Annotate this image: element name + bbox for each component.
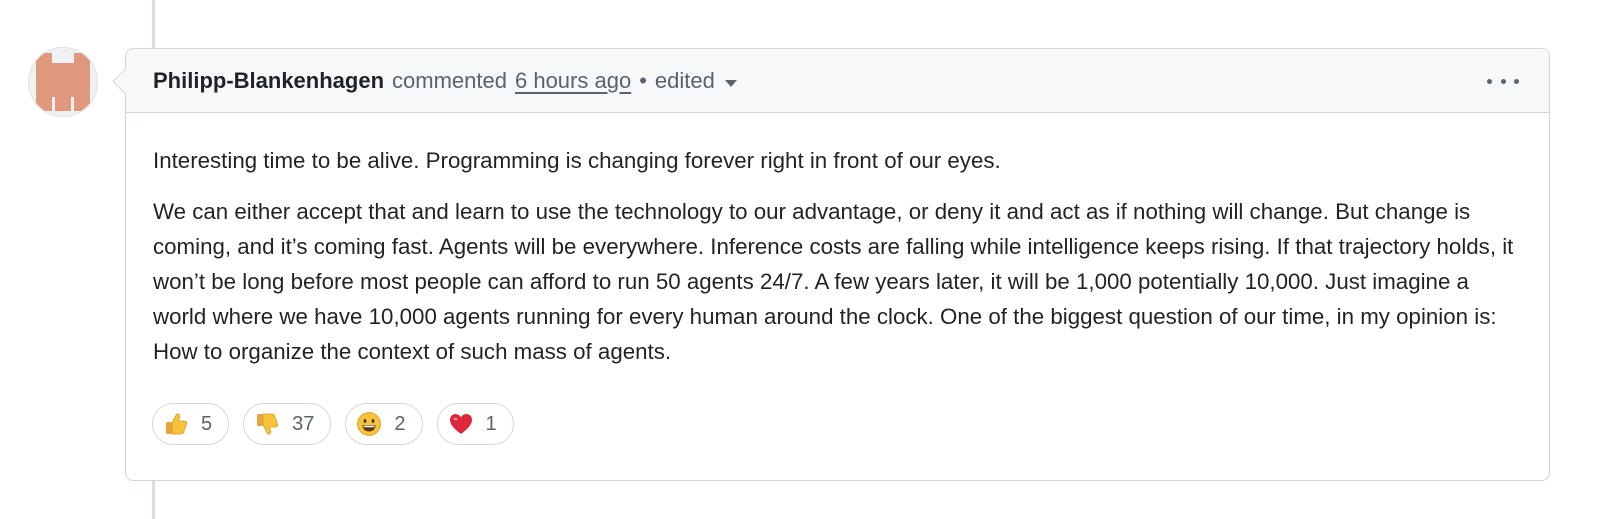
reaction-laugh-button[interactable]: 2 bbox=[345, 403, 423, 445]
reaction-count: 37 bbox=[292, 412, 315, 435]
reaction-count: 2 bbox=[394, 412, 406, 435]
comment-pointer bbox=[112, 69, 137, 94]
timestamp-link[interactable]: 6 hours ago bbox=[515, 67, 631, 95]
comment-paragraph: Interesting time to be alive. Programmin… bbox=[153, 148, 1001, 173]
comment-card: Philipp-Blankenhagen commented 6 hours a… bbox=[112, 48, 1550, 481]
comment-header: Philipp-Blankenhagen commented 6 hours a… bbox=[112, 49, 1549, 113]
comment-action: commented bbox=[392, 67, 507, 93]
grinning-face-icon bbox=[356, 411, 382, 437]
comment-body: Interesting time to be alive. Programmin… bbox=[126, 113, 1549, 369]
reaction-count: 1 bbox=[485, 412, 497, 435]
kebab-menu-icon[interactable] bbox=[1487, 69, 1519, 93]
thumbs-up-icon bbox=[163, 411, 189, 437]
comment-meta: Philipp-Blankenhagen commented 6 hours a… bbox=[153, 67, 737, 95]
reactions-bar: 5 37 2 1 bbox=[152, 403, 514, 445]
reaction-count: 5 bbox=[201, 412, 213, 435]
identicon-avatar-icon bbox=[28, 47, 98, 117]
issue-timeline: Philipp-Blankenhagen commented 6 hours a… bbox=[0, 0, 1600, 519]
comment-paragraph: We can either accept that and learn to u… bbox=[153, 199, 1514, 364]
meta-separator: • bbox=[639, 67, 647, 93]
author-link[interactable]: Philipp-Blankenhagen bbox=[153, 67, 384, 95]
red-heart-icon bbox=[448, 411, 474, 437]
thumbs-down-icon bbox=[254, 411, 280, 437]
chevron-down-icon[interactable] bbox=[724, 80, 737, 87]
edited-dropdown[interactable]: edited bbox=[655, 67, 715, 95]
avatar[interactable] bbox=[28, 47, 98, 117]
reaction-thumbs-down-button[interactable]: 37 bbox=[243, 403, 332, 445]
reaction-thumbs-up-button[interactable]: 5 bbox=[152, 403, 230, 445]
reaction-heart-button[interactable]: 1 bbox=[436, 403, 514, 445]
